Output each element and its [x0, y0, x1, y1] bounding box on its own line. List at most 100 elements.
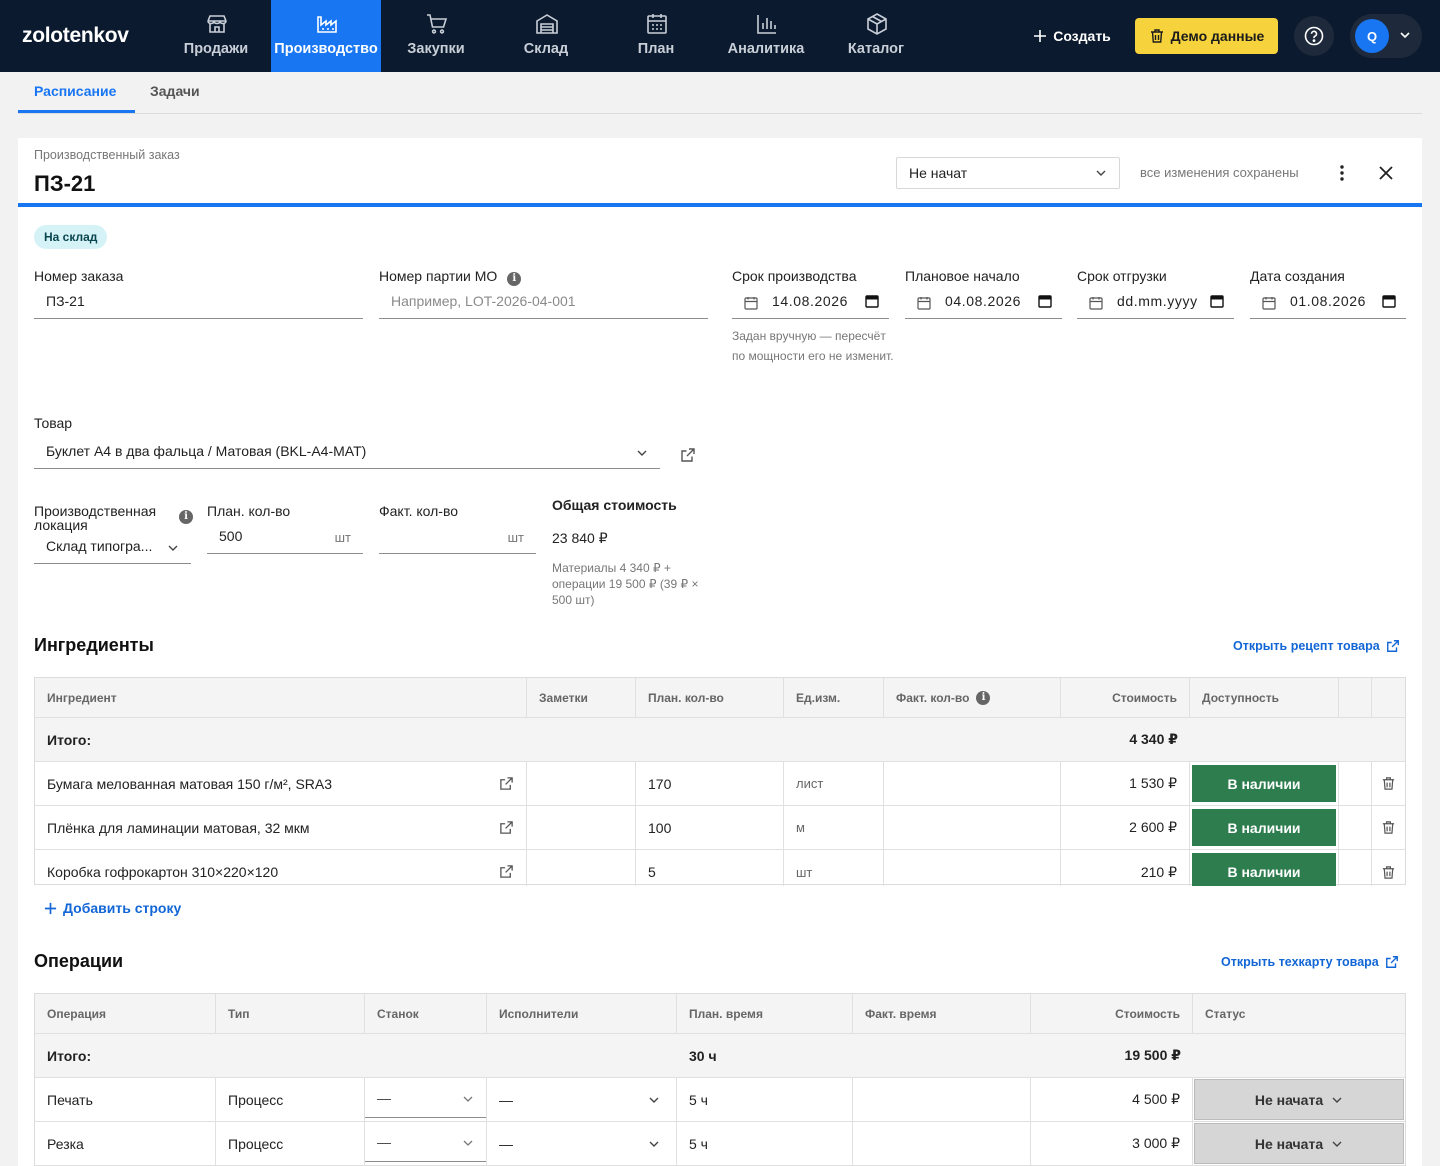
delete-row-cell[interactable]: [1372, 806, 1405, 849]
notes-cell[interactable]: [527, 806, 636, 849]
date-picker-icon[interactable]: [865, 294, 879, 308]
plan-qty-cell[interactable]: 5: [636, 850, 784, 886]
fact-time-cell[interactable]: [853, 1122, 1031, 1165]
plan-qty-field[interactable]: 500 шт: [207, 522, 363, 554]
created-date-value: 01.08.2026: [1290, 293, 1367, 309]
demo-data-button[interactable]: Демо данные: [1135, 18, 1278, 54]
workers-cell[interactable]: —: [487, 1122, 677, 1165]
column-header[interactable]: Стоимость: [1031, 994, 1193, 1033]
column-header[interactable]: Факт. время: [853, 994, 1031, 1033]
table-header: Ингредиент Заметки План. кол-во Ед.изм. …: [35, 678, 1405, 718]
operation-status-button[interactable]: Не начата: [1194, 1123, 1404, 1164]
close-icon[interactable]: [1376, 163, 1396, 183]
trash-icon[interactable]: [1381, 776, 1396, 791]
more-options-icon[interactable]: [1336, 162, 1348, 184]
workers-cell[interactable]: —: [487, 1078, 677, 1121]
notes-cell[interactable]: [527, 850, 636, 886]
nav-warehouse[interactable]: Склад: [491, 0, 601, 72]
bar-chart-icon: [757, 15, 776, 34]
date-picker-icon[interactable]: [1038, 294, 1052, 308]
fact-qty-field[interactable]: шт: [379, 522, 536, 554]
plan-qty-cell[interactable]: 170: [636, 762, 784, 805]
column-header[interactable]: Исполнители: [487, 994, 677, 1033]
plan-start-field[interactable]: 04.08.2026: [905, 287, 1062, 319]
plan-time-cell[interactable]: 5 ч: [677, 1122, 853, 1165]
external-link-icon[interactable]: [499, 776, 514, 791]
nav-purchases[interactable]: Закупки: [381, 0, 491, 72]
notes-cell[interactable]: [527, 762, 636, 805]
operation-type-cell[interactable]: Процесс: [216, 1078, 365, 1121]
app-logo[interactable]: zolotenkov: [22, 24, 129, 48]
plan-time-cell[interactable]: 5 ч: [677, 1078, 853, 1121]
created-date-field[interactable]: 01.08.2026: [1250, 287, 1406, 319]
order-number-field[interactable]: ПЗ-21: [34, 287, 363, 319]
user-menu[interactable]: Q: [1350, 14, 1422, 58]
tab-schedule[interactable]: Расписание: [34, 83, 116, 99]
machine-select[interactable]: —: [365, 1078, 486, 1118]
total-cost-label: Общая стоимость: [552, 497, 677, 513]
column-header[interactable]: Доступность: [1190, 678, 1339, 717]
delete-row-cell[interactable]: [1372, 762, 1405, 805]
table-row[interactable]: Коробка гофрокартон 310×220×120 5 шт 210…: [35, 850, 1405, 886]
operation-status-label: Не начата: [1254, 1091, 1324, 1108]
order-status-select[interactable]: Не начат: [896, 157, 1120, 189]
fact-qty-cell[interactable]: [884, 806, 1061, 849]
due-date-field[interactable]: 14.08.2026: [732, 287, 889, 319]
column-header[interactable]: Станок: [365, 994, 487, 1033]
delete-row-cell[interactable]: [1372, 850, 1405, 886]
table-row[interactable]: Плёнка для ламинации матовая, 32 мкм 100…: [35, 806, 1405, 850]
trash-icon[interactable]: [1381, 820, 1396, 835]
external-link-icon[interactable]: [680, 447, 696, 463]
ingredient-name-cell[interactable]: Плёнка для ламинации матовая, 32 мкм: [35, 806, 527, 849]
machine-select[interactable]: —: [365, 1122, 486, 1162]
tab-tasks[interactable]: Задачи: [150, 83, 200, 99]
plan-qty-cell[interactable]: 100: [636, 806, 784, 849]
help-button[interactable]: [1294, 16, 1334, 56]
table-row[interactable]: Печать Процесс — — 5 ч 4 500 ₽ Не начата: [35, 1078, 1405, 1122]
info-icon[interactable]: i: [179, 510, 193, 524]
batch-number-field[interactable]: Например, LOT-2026-04-001: [379, 287, 708, 319]
column-header[interactable]: Тип: [216, 994, 365, 1033]
operation-status-button[interactable]: Не начата: [1194, 1079, 1404, 1120]
ship-date-field[interactable]: dd.mm.yyyy: [1077, 287, 1234, 319]
date-picker-icon[interactable]: [1210, 294, 1224, 308]
date-picker-icon[interactable]: [1382, 294, 1396, 308]
ingredient-name-cell[interactable]: Коробка гофрокартон 310×220×120: [35, 850, 527, 886]
column-header[interactable]: Статус: [1193, 994, 1405, 1033]
table-row[interactable]: Резка Процесс — — 5 ч 3 000 ₽ Не начата: [35, 1122, 1405, 1166]
column-header[interactable]: Стоимость: [1061, 678, 1190, 717]
column-header[interactable]: Факт. кол-во i: [884, 678, 1061, 717]
product-select[interactable]: Буклет А4 в два фальца / Матовая (BKL-A4…: [34, 437, 660, 469]
fact-qty-cell[interactable]: [884, 850, 1061, 886]
total-label: Итого:: [47, 731, 92, 748]
nav-analytics[interactable]: Аналитика: [711, 0, 821, 72]
column-header[interactable]: План. кол-во: [636, 678, 784, 717]
cost-cell: 2 600 ₽: [1061, 806, 1190, 849]
operation-name-cell[interactable]: Печать: [35, 1078, 216, 1121]
operation-name-cell[interactable]: Резка: [35, 1122, 216, 1165]
external-link-icon[interactable]: [499, 864, 514, 879]
location-select[interactable]: Склад типогра...: [34, 532, 191, 564]
fact-qty-cell[interactable]: [884, 762, 1061, 805]
create-button[interactable]: Создать: [1022, 18, 1122, 54]
operation-type-cell[interactable]: Процесс: [216, 1122, 365, 1165]
nav-plan[interactable]: План: [601, 0, 711, 72]
nav-catalog[interactable]: Каталог: [821, 0, 931, 72]
fact-time-cell[interactable]: [853, 1078, 1031, 1121]
column-header[interactable]: Ед.изм.: [784, 678, 884, 717]
column-header[interactable]: Ингредиент: [35, 678, 527, 717]
nav-production[interactable]: Производство: [271, 0, 381, 72]
trash-icon[interactable]: [1381, 865, 1396, 880]
ingredient-name-cell[interactable]: Бумага мелованная матовая 150 г/м², SRA3: [35, 762, 527, 805]
info-icon[interactable]: i: [507, 272, 522, 286]
column-header[interactable]: План. время: [677, 994, 853, 1033]
nav-sales[interactable]: Продажи: [161, 0, 271, 72]
external-link-icon[interactable]: [499, 820, 514, 835]
column-header[interactable]: Операция: [35, 994, 216, 1033]
open-recipe-link[interactable]: Открыть рецепт товара: [1233, 639, 1400, 653]
open-techcard-link[interactable]: Открыть техкарту товара: [1221, 955, 1399, 969]
add-row-button[interactable]: Добавить строку: [44, 900, 181, 916]
info-icon[interactable]: i: [976, 690, 991, 705]
column-header[interactable]: Заметки: [527, 678, 636, 717]
table-row[interactable]: Бумага мелованная матовая 150 г/м², SRA3…: [35, 762, 1405, 806]
